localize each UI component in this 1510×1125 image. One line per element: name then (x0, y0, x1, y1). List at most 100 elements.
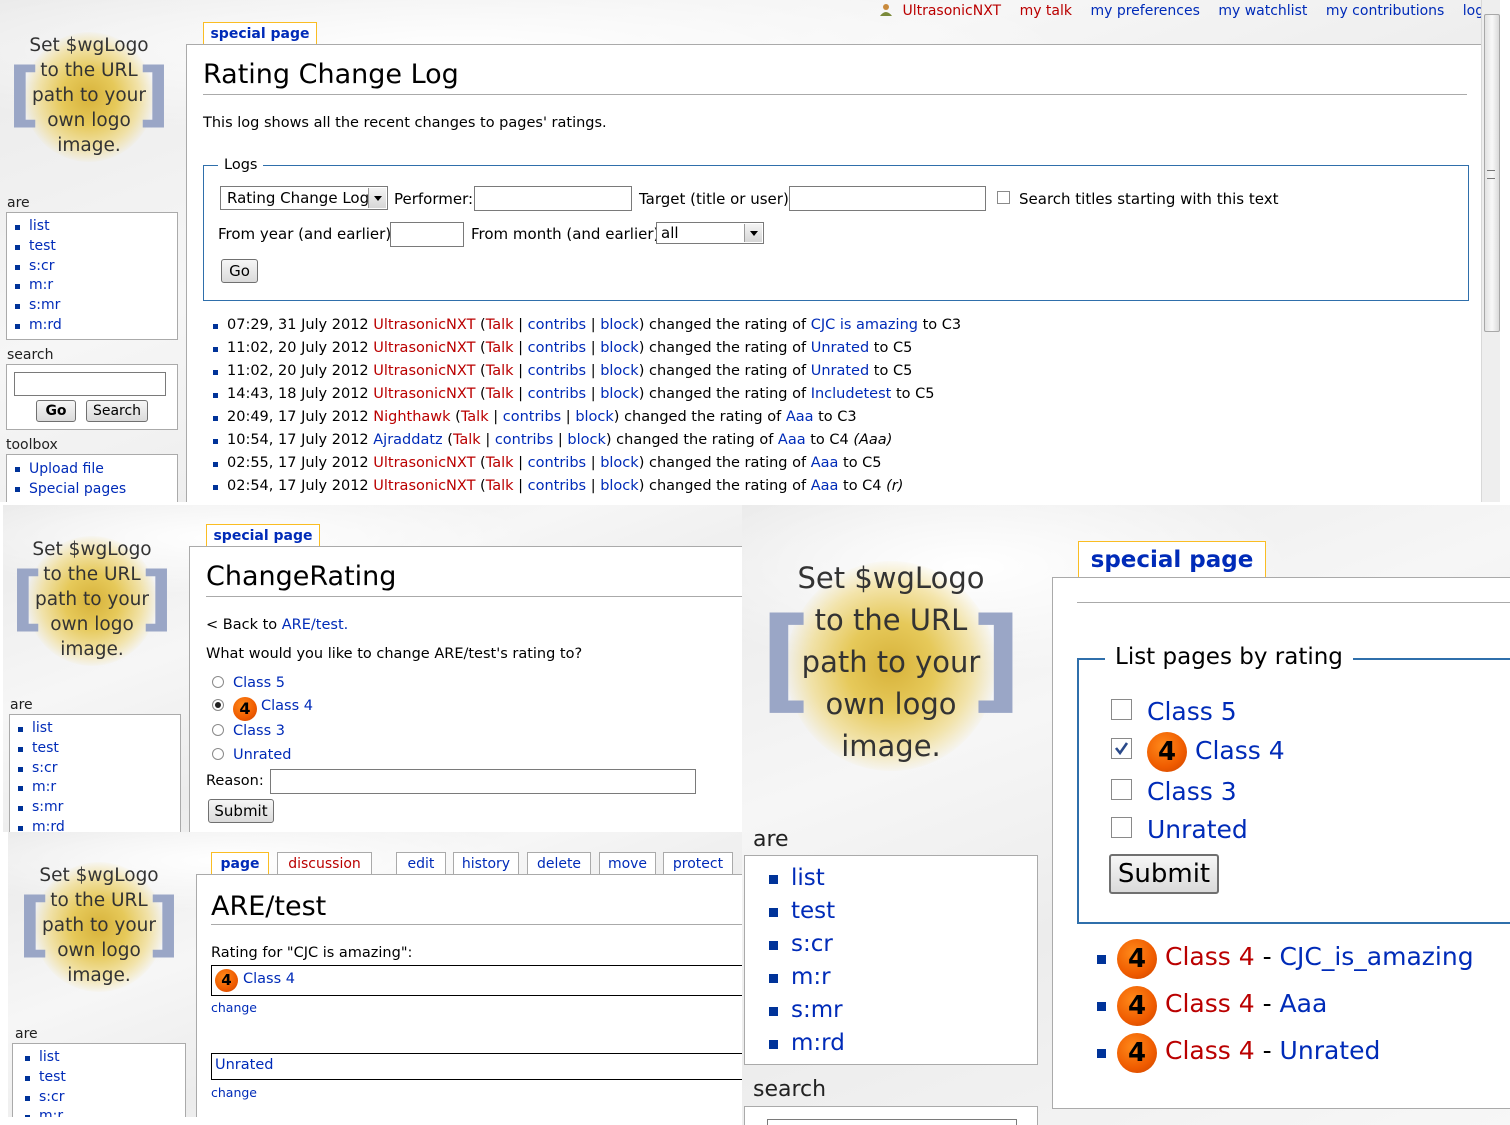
sidebar-item-list[interactable]: list (25, 1048, 185, 1068)
radio-unrated[interactable] (212, 748, 224, 760)
submit-button[interactable]: Submit (208, 799, 274, 823)
checkbox-class-4[interactable] (1111, 738, 1132, 759)
sidebar-item-label[interactable]: test (39, 1069, 66, 1085)
tab-delete[interactable]: delete (527, 852, 591, 875)
sidebar-item-smr[interactable]: s:mr (769, 994, 1037, 1027)
my-watchlist-link[interactable]: my watchlist (1218, 3, 1307, 19)
sidebar-item-list[interactable]: list (15, 217, 177, 237)
checkbox-class-3[interactable] (1111, 779, 1132, 800)
sidebar-item-smr[interactable]: s:mr (18, 798, 180, 818)
option-unrated[interactable]: Unrated (233, 747, 291, 763)
sidebar-item-label[interactable]: list (791, 865, 825, 891)
change-link[interactable]: change (211, 1085, 257, 1100)
sidebar-item-mrd[interactable]: m:rd (15, 316, 177, 336)
result-page-link[interactable]: Unrated (1280, 1036, 1381, 1065)
tab-special-page[interactable]: special page (1078, 541, 1266, 578)
sidebar-item-scr[interactable]: s:cr (769, 928, 1037, 961)
sidebar-item-label[interactable]: test (32, 740, 59, 756)
change-link[interactable]: change (211, 1000, 257, 1015)
log-block-link[interactable]: block (575, 409, 613, 425)
sidebar-item-smr[interactable]: s:mr (15, 296, 177, 316)
log-type-select[interactable]: Rating Change Log (220, 186, 388, 210)
search-button[interactable]: Search (86, 400, 148, 422)
tab-discussion[interactable]: discussion (277, 852, 372, 875)
tab-move[interactable]: move (599, 852, 656, 875)
sidebar-item-label[interactable]: test (29, 238, 56, 254)
sidebar-item-label[interactable]: s:mr (32, 799, 63, 815)
sidebar-item-scr[interactable]: s:cr (18, 759, 180, 779)
log-page-link[interactable]: Includetest (811, 386, 892, 402)
my-contributions-link[interactable]: my contributions (1326, 3, 1445, 19)
log-block-link[interactable]: block (600, 455, 638, 471)
sidebar-item-label[interactable]: m:r (39, 1108, 63, 1117)
log-user-link[interactable]: Nighthawk (373, 409, 450, 425)
log-talk-link[interactable]: Talk (486, 478, 514, 494)
back-link[interactable]: ARE/test. (282, 617, 349, 633)
log-user-link[interactable]: Ajraddatz (373, 432, 442, 448)
log-contribs-link[interactable]: contribs (503, 409, 561, 425)
log-user-link[interactable]: UltrasonicNXT (373, 317, 475, 333)
log-page-link[interactable]: Aaa (778, 432, 806, 448)
option-class-5[interactable]: Class 5 (233, 675, 285, 691)
sidebar-item-label[interactable]: list (39, 1049, 60, 1065)
search-input[interactable] (14, 372, 166, 396)
log-page-link[interactable]: Aaa (786, 409, 814, 425)
option-class-5[interactable]: Class 5 (1147, 697, 1237, 726)
log-user-link[interactable]: UltrasonicNXT (373, 340, 475, 356)
sidebar-item-test[interactable]: test (769, 895, 1037, 928)
sidebar-item-test[interactable]: test (18, 739, 180, 759)
log-page-link[interactable]: CJC is amazing (811, 317, 918, 333)
sidebar-item-mrd[interactable]: m:rd (18, 818, 180, 832)
log-talk-link[interactable]: Talk (486, 455, 514, 471)
result-page-link[interactable]: CJC_is_amazing (1280, 942, 1474, 971)
site-logo[interactable]: [ ] Set $wgLogo to the URL path to your … (8, 30, 170, 165)
log-talk-link[interactable]: Talk (486, 386, 514, 402)
sidebar-item-label[interactable]: m:rd (791, 1030, 845, 1056)
radio-class-4[interactable] (212, 699, 224, 711)
result-class-link[interactable]: Class 4 (1165, 989, 1255, 1018)
log-page-link[interactable]: Aaa (811, 455, 839, 471)
sidebar-item-label[interactable]: m:r (791, 964, 831, 990)
sidebar-item-label[interactable]: s:cr (39, 1089, 64, 1105)
chevron-down-icon[interactable] (744, 224, 762, 242)
search-go-button[interactable]: Go (36, 400, 76, 422)
sidebar-item-label[interactable]: s:mr (29, 297, 60, 313)
tab-special-page[interactable]: special page (203, 22, 317, 45)
rating-unrated-link[interactable]: Unrated (215, 1057, 273, 1073)
option-class-3[interactable]: Class 3 (1147, 777, 1237, 806)
sidebar-item-scr[interactable]: s:cr (25, 1088, 185, 1108)
log-block-link[interactable]: block (600, 340, 638, 356)
tab-history[interactable]: history (453, 852, 519, 875)
option-class-3[interactable]: Class 3 (233, 723, 285, 739)
log-contribs-link[interactable]: contribs (528, 386, 586, 402)
logs-go-button[interactable]: Go (221, 259, 258, 283)
performer-input[interactable] (474, 186, 632, 211)
log-talk-link[interactable]: Talk (453, 432, 481, 448)
special-pages-link[interactable]: Special pages (15, 479, 177, 499)
log-talk-link[interactable]: Talk (486, 340, 514, 356)
sidebar-item-label[interactable]: m:rd (29, 317, 62, 333)
result-text[interactable]: Class 4 - Unrated (1165, 1036, 1380, 1065)
tab-special-page[interactable]: special page (206, 524, 320, 547)
log-page-link[interactable]: Aaa (811, 478, 839, 494)
log-contribs-link[interactable]: contribs (528, 455, 586, 471)
result-text[interactable]: Class 4 - Aaa (1165, 989, 1327, 1018)
sidebar-item-label[interactable]: s:cr (32, 760, 57, 776)
sidebar-item-label[interactable]: list (29, 218, 50, 234)
sidebar-item-test[interactable]: test (25, 1068, 185, 1088)
checkbox-class-5[interactable] (1111, 699, 1132, 720)
checkbox-unrated[interactable] (1111, 817, 1132, 838)
result-text[interactable]: Class 4 - CJC_is_amazing (1165, 942, 1474, 971)
sidebar-item-label[interactable]: m:rd (32, 819, 65, 832)
sidebar-item-scr[interactable]: s:cr (15, 257, 177, 277)
log-block-link[interactable]: block (600, 317, 638, 333)
sidebar-item-mrd[interactable]: m:rd (769, 1027, 1037, 1060)
special-pages-label[interactable]: Special pages (29, 481, 126, 497)
radio-class-3[interactable] (212, 724, 224, 736)
sidebar-item-label[interactable]: s:mr (791, 997, 843, 1023)
month-select[interactable]: all (656, 222, 764, 244)
target-input[interactable] (789, 186, 986, 211)
log-page-link[interactable]: Unrated (811, 340, 869, 356)
my-preferences-link[interactable]: my preferences (1090, 3, 1199, 19)
site-logo[interactable]: [ ] Set $wgLogo to the URL path to your … (11, 534, 173, 669)
